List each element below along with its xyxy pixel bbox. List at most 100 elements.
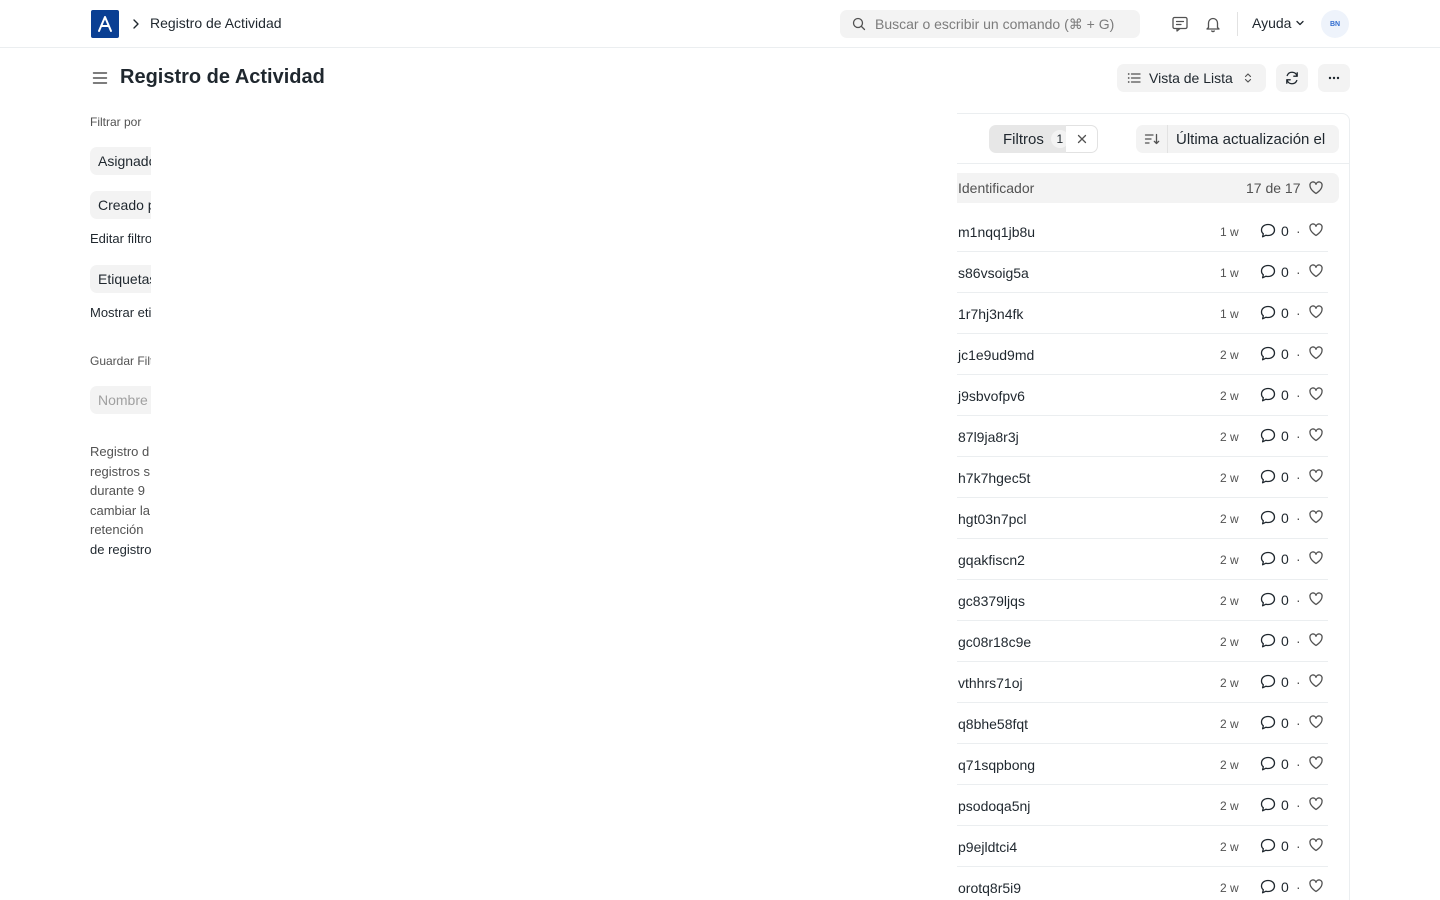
- heart-icon[interactable]: [1308, 427, 1324, 443]
- row-identifier[interactable]: q8bhe58fqt: [958, 716, 1028, 732]
- hamburger-icon[interactable]: [92, 70, 108, 86]
- avatar[interactable]: BN: [1321, 10, 1349, 38]
- list-row[interactable]: 1r7hj3n4fk 1 w 0 ·: [957, 293, 1328, 334]
- comment-icon: [1260, 305, 1276, 320]
- tags-filter[interactable]: Etiquetas: [90, 265, 151, 293]
- chat-icon[interactable]: [1170, 14, 1190, 34]
- list-row[interactable]: hgt03n7pcl 2 w 0 ·: [957, 498, 1328, 539]
- refresh-icon: [1286, 71, 1298, 85]
- list-row[interactable]: s86vsoig5a 1 w 0 ·: [957, 252, 1328, 293]
- edit-filters-link[interactable]: Editar filtros: [90, 231, 151, 246]
- row-identifier[interactable]: s86vsoig5a: [958, 265, 1029, 281]
- row-modified-time: 1 w: [1220, 266, 1239, 280]
- more-icon: [1328, 76, 1340, 80]
- row-identifier[interactable]: gc8379ljqs: [958, 593, 1025, 609]
- row-modified-time: 2 w: [1220, 758, 1239, 772]
- chevron-right-icon: [131, 16, 143, 32]
- list-row[interactable]: j9sbvofpv6 2 w 0 ·: [957, 375, 1328, 416]
- refresh-button[interactable]: [1276, 64, 1308, 92]
- filter-bar: Filtros 1 Última actualización el: [957, 114, 1349, 164]
- list-row[interactable]: q71sqpbong 2 w 0 ·: [957, 744, 1328, 785]
- heart-icon[interactable]: [1308, 304, 1324, 320]
- list-row[interactable]: jc1e9ud9md 2 w 0 ·: [957, 334, 1328, 375]
- row-identifier[interactable]: m1nqq1jb8u: [958, 224, 1035, 240]
- description-line: registros s: [90, 463, 150, 479]
- list-row[interactable]: h7k7hgec5t 2 w 0 ·: [957, 457, 1328, 498]
- row-comment-count: 0: [1281, 510, 1289, 526]
- row-separator-dot: ·: [1296, 551, 1301, 567]
- list-row[interactable]: gc8379ljqs 2 w 0 ·: [957, 580, 1328, 621]
- comment-icon: [1260, 592, 1276, 607]
- row-identifier[interactable]: gqakfiscn2: [958, 552, 1025, 568]
- navbar-divider: [1237, 12, 1238, 36]
- heart-icon[interactable]: [1308, 796, 1324, 812]
- heart-icon[interactable]: [1308, 263, 1324, 279]
- filters-button[interactable]: Filtros 1: [989, 125, 1069, 153]
- breadcrumb[interactable]: Registro de Actividad: [150, 15, 282, 31]
- list-row[interactable]: 87l9ja8r3j 2 w 0 ·: [957, 416, 1328, 457]
- list-row[interactable]: m1nqq1jb8u 1 w 0 ·: [957, 211, 1328, 252]
- heart-icon[interactable]: [1308, 509, 1324, 525]
- list-row[interactable]: psodoqa5nj 2 w 0 ·: [957, 785, 1328, 826]
- chevron-down-icon: [1296, 20, 1305, 26]
- show-tags-link[interactable]: Mostrar etiquetas: [90, 305, 151, 320]
- row-comment-count: 0: [1281, 223, 1289, 239]
- row-separator-dot: ·: [1296, 756, 1301, 772]
- row-identifier[interactable]: 87l9ja8r3j: [958, 429, 1019, 445]
- list-header: Identificador 17 de 17: [957, 173, 1339, 203]
- sort-direction-button[interactable]: [1136, 125, 1168, 153]
- list-row[interactable]: orotq8r5i9 2 w 0 ·: [957, 867, 1328, 900]
- row-separator-dot: ·: [1296, 797, 1301, 813]
- heart-icon[interactable]: [1308, 591, 1324, 607]
- list-row[interactable]: q8bhe58fqt 2 w 0 ·: [957, 703, 1328, 744]
- row-separator-dot: ·: [1296, 592, 1301, 608]
- row-identifier[interactable]: hgt03n7pcl: [958, 511, 1027, 527]
- heart-icon[interactable]: [1308, 345, 1324, 361]
- row-comment-count: 0: [1281, 797, 1289, 813]
- row-modified-time: 1 w: [1220, 307, 1239, 321]
- list-row[interactable]: p9ejldtci4 2 w 0 ·: [957, 826, 1328, 867]
- row-identifier[interactable]: gc08r18c9e: [958, 634, 1031, 650]
- row-identifier[interactable]: h7k7hgec5t: [958, 470, 1030, 486]
- row-identifier[interactable]: q71sqpbong: [958, 757, 1035, 773]
- heart-icon[interactable]: [1308, 673, 1324, 689]
- row-identifier[interactable]: jc1e9ud9md: [958, 347, 1034, 363]
- created-by-filter[interactable]: Creado por: [90, 191, 151, 219]
- comment-icon: [1260, 633, 1276, 648]
- sort-field-button[interactable]: Última actualización el: [1168, 125, 1339, 153]
- row-modified-time: 2 w: [1220, 799, 1239, 813]
- heart-icon[interactable]: [1308, 714, 1324, 730]
- close-icon: [1077, 134, 1086, 144]
- list-row[interactable]: gqakfiscn2 2 w 0 ·: [957, 539, 1328, 580]
- more-button[interactable]: [1318, 64, 1350, 92]
- heart-icon[interactable]: [1308, 550, 1324, 566]
- clear-filters-button[interactable]: [1066, 125, 1098, 153]
- assigned-to-filter[interactable]: Asignado a: [90, 147, 151, 175]
- heart-icon[interactable]: [1308, 837, 1324, 853]
- row-identifier[interactable]: p9ejldtci4: [958, 839, 1017, 855]
- heart-icon[interactable]: [1308, 878, 1324, 894]
- heart-icon[interactable]: [1308, 755, 1324, 771]
- list-row[interactable]: gc08r18c9e 2 w 0 ·: [957, 621, 1328, 662]
- heart-icon[interactable]: [1308, 386, 1324, 402]
- heart-icon[interactable]: [1308, 222, 1324, 238]
- view-switcher-button[interactable]: Vista de Lista: [1117, 64, 1266, 92]
- bell-icon[interactable]: [1203, 14, 1223, 34]
- heart-icon[interactable]: [1308, 468, 1324, 484]
- search-input[interactable]: [875, 16, 1135, 32]
- heart-icon[interactable]: [1308, 180, 1324, 196]
- row-identifier[interactable]: 1r7hj3n4fk: [958, 306, 1023, 322]
- row-separator-dot: ·: [1296, 428, 1301, 444]
- row-identifier[interactable]: vthhrs71oj: [958, 675, 1023, 691]
- list-icon: [1127, 73, 1141, 83]
- row-identifier[interactable]: orotq8r5i9: [958, 880, 1021, 896]
- row-identifier[interactable]: psodoqa5nj: [958, 798, 1030, 814]
- heart-icon[interactable]: [1308, 632, 1324, 648]
- log-settings-link[interactable]: de registro: [90, 540, 151, 560]
- app-logo-icon[interactable]: [91, 10, 119, 38]
- search-bar[interactable]: [840, 10, 1140, 38]
- help-dropdown[interactable]: Ayuda: [1252, 15, 1305, 31]
- row-identifier[interactable]: j9sbvofpv6: [958, 388, 1025, 404]
- list-row[interactable]: vthhrs71oj 2 w 0 ·: [957, 662, 1328, 703]
- filter-name-input[interactable]: Nombre del filtro: [90, 386, 151, 414]
